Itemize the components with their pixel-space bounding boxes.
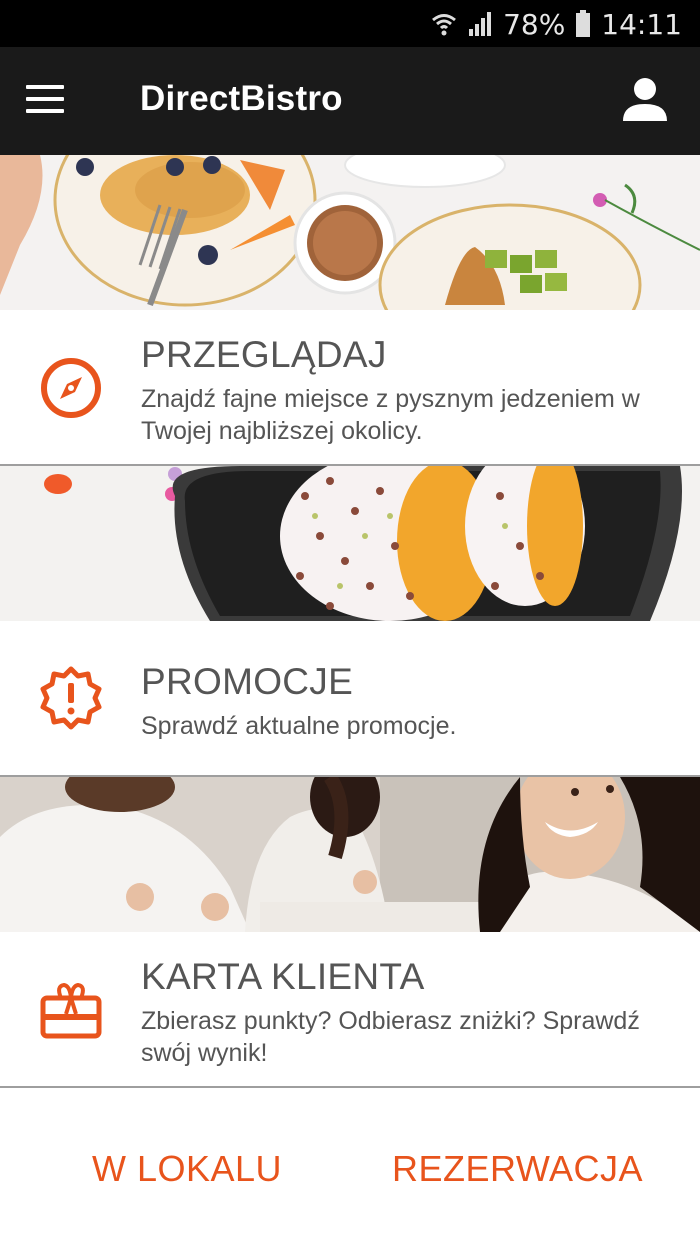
section-promotions[interactable]: PROMOCJE Sprawdź aktualne promocje. bbox=[0, 621, 700, 775]
section-browse[interactable]: PRZEGLĄDAJ Znajdź fajne miejsce z pyszny… bbox=[0, 310, 700, 464]
divider bbox=[0, 1086, 700, 1088]
gift-card-icon bbox=[40, 982, 102, 1039]
section-desc-browse: Znajdź fajne miejsce z pysznym jedzeniem… bbox=[141, 385, 640, 445]
banner-breakfast-image bbox=[0, 155, 700, 310]
section-desc-loyalty-card: Zbierasz punkty? Odbierasz zniżki? Spraw… bbox=[141, 1007, 640, 1067]
clock: 14:11 bbox=[601, 7, 682, 41]
status-icons: 78% 14:11 bbox=[431, 6, 682, 42]
section-title-promotions: PROMOCJE bbox=[141, 661, 354, 702]
user-profile-icon[interactable] bbox=[622, 77, 668, 125]
reservation-button[interactable]: REZERWACJA bbox=[392, 1148, 643, 1190]
promotion-badge-icon bbox=[40, 666, 102, 730]
section-loyalty-card[interactable]: KARTA KLIENTA Zbierasz punkty? Odbierasz… bbox=[0, 932, 700, 1086]
battery-percent: 78% bbox=[503, 7, 566, 41]
section-desc-promotions: Sprawdź aktualne promocje. bbox=[141, 712, 457, 740]
compass-icon bbox=[41, 358, 101, 418]
status-bar: 78% 14:11 bbox=[0, 0, 700, 47]
battery-icon bbox=[576, 10, 591, 37]
banner-donuts-image bbox=[0, 466, 700, 621]
hamburger-menu-icon[interactable] bbox=[26, 83, 66, 117]
section-title-browse: PRZEGLĄDAJ bbox=[141, 334, 387, 375]
wifi-icon bbox=[432, 14, 457, 36]
signal-icon bbox=[469, 12, 492, 36]
section-title-loyalty-card: KARTA KLIENTA bbox=[141, 956, 425, 997]
in-venue-button[interactable]: W LOKALU bbox=[92, 1148, 282, 1190]
app-title: DirectBistro bbox=[140, 79, 343, 118]
banner-restaurant-image bbox=[0, 777, 700, 932]
app-bar: DirectBistro bbox=[0, 47, 700, 155]
